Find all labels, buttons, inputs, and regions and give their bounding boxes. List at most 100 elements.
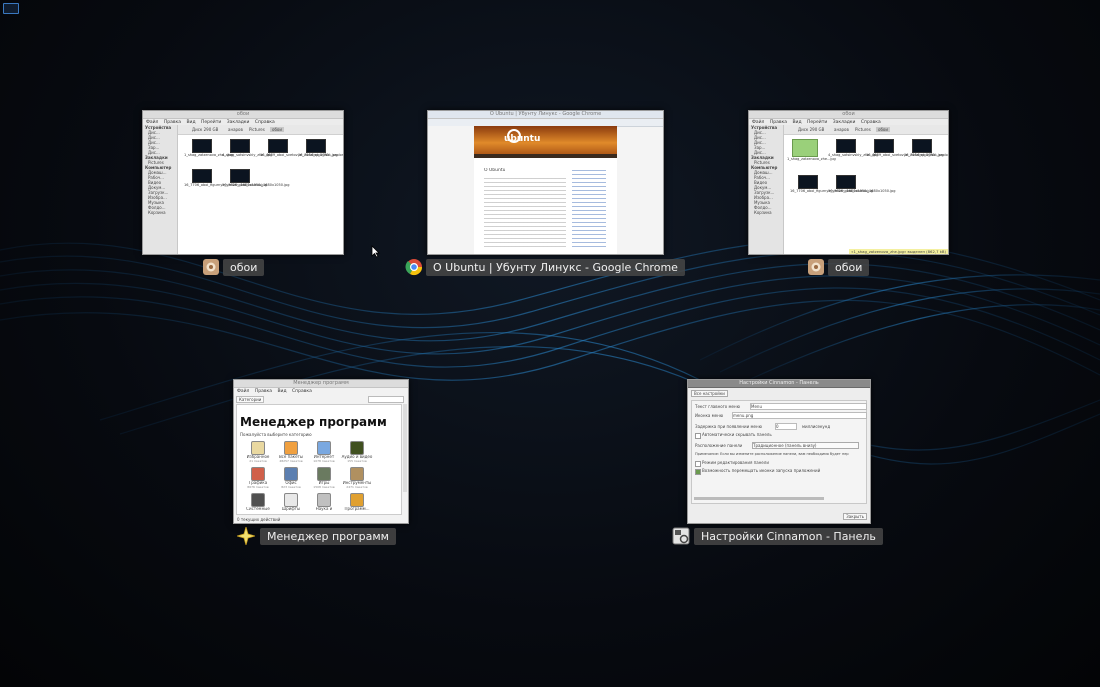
file-thumbnail[interactable]	[874, 139, 894, 153]
file-name: 16_6639_oboi_svetovye_variatny_1680...jp…	[866, 153, 944, 157]
window-caption[interactable]: Менеджер программ	[260, 528, 396, 545]
sidebar: Устройства Дис... Дис... Дис... Зар... Д…	[143, 125, 178, 254]
programming-icon	[350, 493, 364, 507]
category-count: 1508 пакетов	[313, 485, 335, 489]
drag-launchers-checkbox[interactable]	[695, 469, 701, 475]
window-caption[interactable]: обои	[223, 259, 265, 276]
scrollbar[interactable]	[403, 404, 407, 492]
path-button[interactable]: Pictures	[855, 127, 871, 132]
file-thumbnail-selected[interactable]	[792, 139, 818, 157]
site-banner: ubuntu	[474, 126, 617, 154]
window-thumbnail-cinnamon-settings[interactable]: Настройки Cinnamon - Панель Все настройк…	[687, 379, 871, 524]
category-item[interactable]: Избранное 21 пакетов	[241, 441, 275, 467]
sidebar: Устройства Дис... Дис... Дис... Зар... Д…	[749, 125, 784, 254]
workspace-indicator[interactable]	[3, 3, 19, 14]
file-thumbnail[interactable]	[912, 139, 932, 153]
menu-icon-chooser[interactable]: menu.png	[732, 412, 867, 419]
edit-mode-label: Режим редактирования панели	[702, 460, 769, 465]
category-item[interactable]: Шрифты	[274, 493, 308, 519]
window-title: O Ubuntu | Убунту Линукс - Google Chrome	[428, 111, 663, 119]
nemo-file-manager-icon	[202, 258, 220, 276]
path-button[interactable]: Диск 290 GB	[798, 127, 824, 132]
autohide-checkbox[interactable]	[695, 433, 701, 439]
path-button-current[interactable]: обои	[876, 127, 890, 132]
mouse-pointer-icon	[371, 243, 380, 262]
path-bar: Диск 290 GB анаров Pictures обои	[178, 125, 343, 135]
menu-icon-label: Иконка меню	[695, 413, 724, 418]
menu-delay-spinner[interactable]: 0	[775, 423, 797, 430]
horizontal-scrollbar[interactable]	[694, 497, 824, 500]
file-name: 16_7154_oboi_tsvt_zaplomi_1680x1050.jpg	[904, 153, 948, 157]
page-subtitle: Пожалуйста выберите категорию	[240, 432, 312, 437]
path-button[interactable]: Pictures	[249, 127, 265, 132]
window-caption[interactable]: Настройки Cinnamon - Панель	[694, 528, 883, 545]
window-caption[interactable]: О Ubuntu | Убунту Линукс - Google Chrome	[426, 259, 685, 276]
menu-view[interactable]: Вид	[277, 389, 286, 394]
graphics-icon	[251, 467, 265, 481]
file-thumbnail[interactable]	[192, 169, 212, 183]
menu-help[interactable]: Справка	[292, 389, 312, 394]
close-button[interactable]: Закрыть	[843, 513, 867, 520]
path-button[interactable]: анаров	[834, 127, 849, 132]
internet-icon	[317, 441, 331, 455]
category-count: 1078 пакетов	[313, 459, 335, 463]
category-item[interactable]: Офис 823 пакетов	[274, 467, 308, 493]
games-icon	[317, 467, 331, 481]
all-settings-button[interactable]: Все настройки	[691, 390, 728, 397]
file-thumbnail[interactable]	[192, 139, 212, 153]
window-title: обои	[749, 111, 948, 119]
window-thumbnail-chrome[interactable]: O Ubuntu | Убунту Линукс - Google Chrome…	[427, 110, 664, 255]
path-bar: Диск 290 GB анаров Pictures обои	[784, 125, 948, 135]
path-button[interactable]: анаров	[228, 127, 243, 132]
file-view: Диск 290 GB анаров Pictures обои 1_shag_…	[784, 125, 948, 254]
file-thumbnail[interactable]	[836, 175, 856, 189]
sidebar-item[interactable]: Корзина	[749, 210, 783, 215]
window-thumbnail-nemo-2[interactable]: обои Файл Правка Вид Перейти Закладки Сп…	[748, 110, 949, 255]
menu-edit[interactable]: Правка	[255, 389, 272, 394]
file-name: 16_6639_oboi_svetovye_variatny_1680...jp…	[260, 153, 338, 157]
category-item[interactable]: Системные	[241, 493, 275, 519]
file-name: 16_9626_oboi_kosmos_1680x1050.jpg	[222, 183, 290, 187]
edit-mode-checkbox[interactable]	[695, 461, 701, 467]
drag-launchers-label: Возможность перемещать иконки запуска пр…	[702, 468, 821, 473]
category-item[interactable]: Графика 8676 пакетов	[241, 467, 275, 493]
file-thumbnail[interactable]	[230, 169, 250, 183]
sidebar-item[interactable]: Корзина	[143, 210, 177, 215]
category-item[interactable]: Аудио и видео 155 пакетов	[340, 441, 374, 467]
file-name: 16_7154_oboi_tsvt_zaplomi_1680x1050.jpg	[298, 153, 343, 157]
file-thumbnail[interactable]	[306, 139, 326, 153]
fonts-icon	[284, 493, 298, 507]
desktop-background	[0, 238, 1100, 465]
category-item[interactable]: Наука и	[307, 493, 341, 519]
menu-file[interactable]: Файл	[237, 389, 249, 394]
window-thumbnail-nemo-1[interactable]: обои Файл Правка Вид Перейти Закладки Сп…	[142, 110, 344, 255]
category-item[interactable]: Все пакеты 48257 пакетов	[274, 441, 308, 467]
category-item[interactable]: Игры 1508 пакетов	[307, 467, 341, 493]
menu-text-label: Текст главного меню	[695, 404, 740, 409]
status-bar: 0 текущих действий	[237, 517, 281, 522]
file-thumbnail[interactable]	[836, 139, 856, 153]
menu-text-input[interactable]: Menu	[750, 403, 867, 410]
path-button[interactable]: Диск 290 GB	[192, 127, 218, 132]
web-page: ubuntu О Ubuntu	[474, 126, 617, 254]
search-input[interactable]	[368, 396, 404, 403]
path-button-current[interactable]: обои	[270, 127, 284, 132]
cinnamon-settings-icon	[672, 527, 690, 545]
system-icon	[251, 493, 265, 507]
category-count: 823 пакетов	[281, 485, 301, 489]
file-thumbnail[interactable]	[268, 139, 288, 153]
category-item[interactable]: Интернет 1078 пакетов	[307, 441, 341, 467]
site-nav	[474, 154, 617, 158]
chrome-icon	[405, 258, 423, 276]
categories-button[interactable]: Категории	[236, 396, 265, 403]
nemo-file-manager-icon	[807, 258, 825, 276]
category-count: 155 пакетов	[347, 459, 367, 463]
file-thumbnail[interactable]	[798, 175, 818, 189]
category-label: Шрифты	[281, 507, 301, 511]
window-caption[interactable]: обои	[828, 259, 870, 276]
category-item[interactable]: Инструменты 2471 пакетов	[340, 467, 374, 493]
window-thumbnail-software-manager[interactable]: Менеджер программ Файл Правка Вид Справк…	[233, 379, 409, 524]
panel-layout-select[interactable]: Традиционное (панель внизу)	[752, 442, 859, 449]
category-item[interactable]: Программ...	[340, 493, 374, 519]
file-thumbnail[interactable]	[230, 139, 250, 153]
